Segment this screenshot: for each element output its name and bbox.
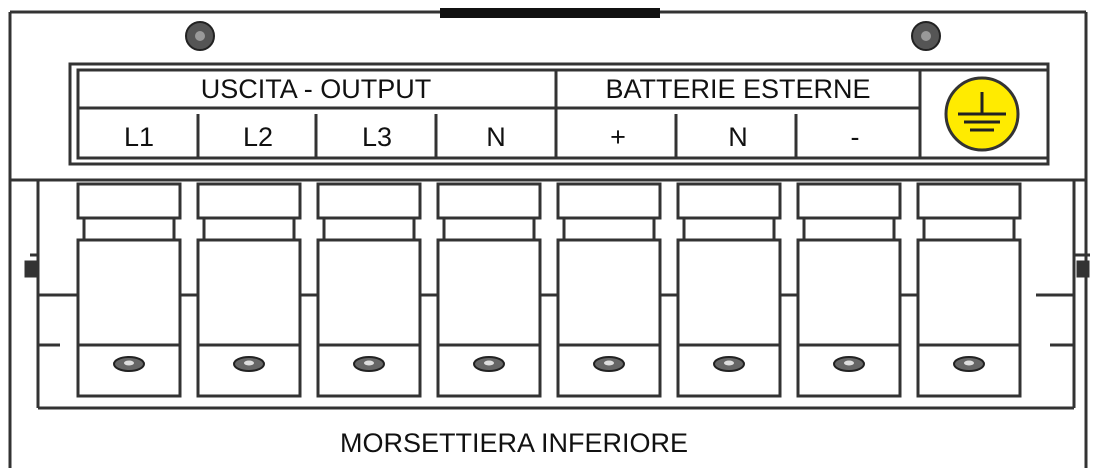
- terminal-body: [436, 238, 542, 398]
- terminal-label-l2: L2: [243, 122, 273, 152]
- terminal-block: [196, 182, 318, 398]
- terminal-block: [436, 182, 558, 398]
- terminal-label-battery-n: N: [728, 122, 748, 152]
- terminal-body: [676, 238, 782, 398]
- terminal-body: [916, 238, 1022, 398]
- terminal-body: [796, 238, 902, 398]
- terminal-clamp-top: [76, 182, 182, 220]
- terminal-body: [76, 238, 182, 398]
- terminal-block-caption: MORSETTIERA INFERIORE: [340, 428, 688, 458]
- output-group-label: USCITA - OUTPUT: [201, 74, 432, 104]
- terminal-block: [556, 182, 678, 398]
- terminal-block-diagram: USCITA - OUTPUT BATTERIE ESTERNE L1 L2 L…: [8, 8, 1090, 468]
- terminal-body: [316, 238, 422, 398]
- terminal-block: [316, 182, 438, 398]
- terminal-clamp-top: [436, 182, 542, 220]
- terminal-clamp-top: [316, 182, 422, 220]
- terminal-label-l1: L1: [124, 122, 154, 152]
- terminal-body: [196, 238, 302, 398]
- terminal-label-n-output: N: [486, 122, 506, 152]
- terminal-clamp-top: [196, 182, 302, 220]
- terminal-clamp-top: [796, 182, 902, 220]
- mounting-screw-left: [185, 21, 215, 51]
- terminal-label-l3: L3: [362, 122, 392, 152]
- terminal-block: [796, 182, 918, 398]
- terminal-label-battery-minus: -: [851, 122, 860, 152]
- ground-terminal-block: [916, 182, 1022, 398]
- terminal-block: [76, 182, 198, 398]
- terminal-label-battery-plus: +: [610, 122, 626, 152]
- terminal-block: [676, 182, 798, 398]
- battery-group-label: BATTERIE ESTERNE: [605, 74, 870, 104]
- mounting-screw-right: [911, 21, 941, 51]
- terminal-clamp-top: [676, 182, 782, 220]
- terminal-clamp-top: [916, 182, 1022, 220]
- ground-icon: [944, 76, 1020, 152]
- terminal-clamp-top: [556, 182, 662, 220]
- top-bar: [440, 8, 660, 18]
- terminal-blocks: [76, 182, 1022, 398]
- terminal-body: [556, 238, 662, 398]
